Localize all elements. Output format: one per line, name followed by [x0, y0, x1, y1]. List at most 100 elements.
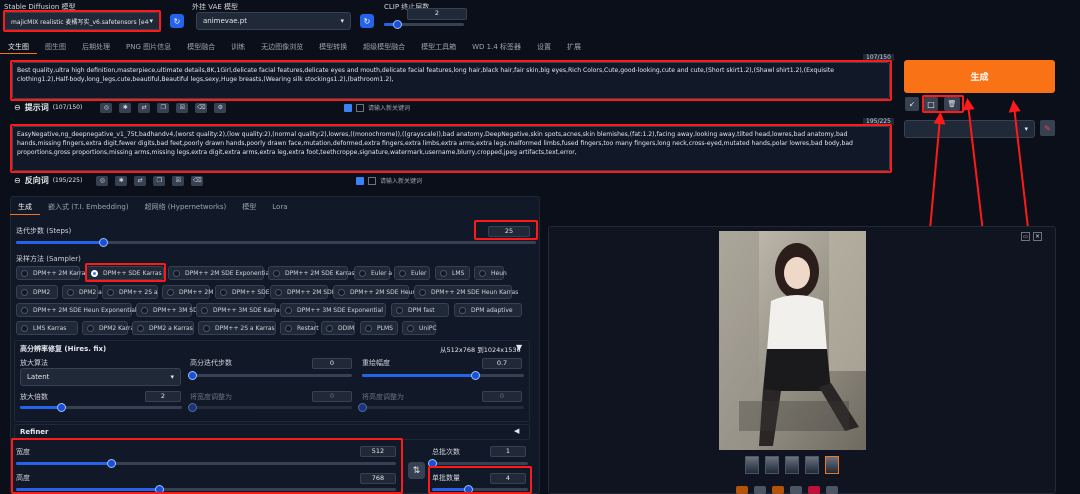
sampler-option[interactable]: DPM adaptive: [454, 303, 522, 317]
sampler-option-label: Euler: [411, 269, 427, 277]
sampler-option-label: DPM++ 2M Karras: [33, 269, 89, 277]
sampler-option-label: DPM++ 2M SDE Exponential: [185, 269, 271, 277]
width-slider[interactable]: [16, 459, 396, 468]
sampler-option-label: LMS Karras: [33, 324, 67, 332]
sampler-option[interactable]: DPM2 a Karras: [132, 321, 194, 335]
height-number[interactable]: 768: [360, 473, 396, 484]
subtab-0[interactable]: 生成: [10, 200, 40, 215]
batch-count-slider[interactable]: [428, 459, 528, 468]
folder-icon[interactable]: [736, 486, 748, 494]
height-label: 高度: [16, 474, 30, 482]
sampler-option[interactable]: DPM++ 2M SDE Heun: [333, 285, 416, 299]
radio-dot-icon: [203, 324, 210, 332]
radio-dot-icon: [21, 288, 28, 296]
sampler-option[interactable]: DPM++ 3M SDE Karras: [196, 303, 283, 317]
subtab-4[interactable]: Lora: [264, 200, 295, 215]
hires-title: 高分辨率修复 (Hires. fix): [20, 345, 107, 353]
swap-icon[interactable]: ⇅: [408, 462, 425, 479]
sampler-option-label: DPM++ 2M SDE: [287, 288, 336, 296]
sampler-option[interactable]: DPM++ 2M SDE Heun Karras: [414, 285, 518, 299]
resize-width-slider[interactable]: [188, 403, 352, 412]
sampler-option[interactable]: DPM2 a: [62, 285, 102, 299]
sampler-option[interactable]: DPM++ 2M Karras: [16, 266, 88, 280]
sampler-option[interactable]: DPM2 Karras: [82, 321, 137, 335]
sampler-option[interactable]: Euler a: [354, 266, 393, 280]
thumbnail[interactable]: [765, 456, 779, 474]
sampler-option-label: DPM++ 3M SDE Karras: [213, 306, 283, 314]
sampler-option-label: DPM adaptive: [471, 306, 513, 314]
denoise-slider[interactable]: [362, 371, 524, 380]
sampler-option-label: LMS: [452, 269, 465, 277]
denoise-number[interactable]: 0.7: [482, 358, 522, 369]
sampler-option[interactable]: DPM++ 2M SDE Karras: [268, 266, 355, 280]
scale-slider[interactable]: [20, 403, 182, 412]
width-number[interactable]: 512: [360, 446, 396, 457]
sampler-option[interactable]: DPM++ 3M SDE: [136, 303, 202, 317]
thumbnail[interactable]: [745, 456, 759, 474]
resize-height-slider[interactable]: [358, 403, 524, 412]
sampler-option-label: Restart: [297, 324, 319, 332]
sampler-option[interactable]: DPM++ 2S a: [102, 285, 158, 299]
radio-dot-icon: [396, 306, 403, 314]
sampler-option-label: Euler a: [371, 269, 393, 277]
sampler-option[interactable]: DPM++ 3M SDE Exponential: [280, 303, 386, 317]
refiner-label: Refiner: [20, 428, 49, 436]
sampler-option-label: DPM2: [33, 288, 51, 296]
output-actions: [736, 486, 838, 494]
sampler-option[interactable]: Restart: [280, 321, 319, 335]
sampler-option[interactable]: DDIM: [321, 321, 355, 335]
subtab-1[interactable]: 嵌入式 (T.I. Embedding): [40, 200, 137, 215]
sampler-option[interactable]: DPM++ 2S a Karras: [198, 321, 276, 335]
sampler-option-label: DPM2 a: [79, 288, 102, 296]
steps-slider[interactable]: [16, 238, 536, 247]
sampler-option[interactable]: DPM++ SDE Karras: [86, 266, 164, 280]
sampler-option[interactable]: DPM++ 2M: [162, 285, 213, 299]
hires-steps-slider[interactable]: [188, 371, 352, 380]
hires-steps-number[interactable]: 0: [312, 358, 352, 369]
denoise-label: 重绘幅度: [362, 359, 390, 367]
batch-count-number[interactable]: 1: [490, 446, 526, 457]
thumbnail[interactable]: [785, 456, 799, 474]
save-icon[interactable]: [754, 486, 766, 494]
sampler-option[interactable]: DPM fast: [391, 303, 449, 317]
batch-size-slider[interactable]: [432, 485, 528, 494]
upscaler-select[interactable]: Latent ▾: [20, 368, 181, 386]
sampler-option[interactable]: DPM2: [16, 285, 58, 299]
batch-size-number[interactable]: 4: [490, 473, 526, 484]
resize-height-number[interactable]: 0: [482, 391, 522, 402]
extras-icon[interactable]: [826, 486, 838, 494]
sampler-option-label: DPM++ SDE: [232, 288, 270, 296]
sampler-option[interactable]: UniPC: [402, 321, 437, 335]
sampler-option[interactable]: DPM++ 2M SDE Heun Exponential: [16, 303, 137, 317]
sampler-option[interactable]: PLMS: [360, 321, 398, 335]
sampler-option[interactable]: Heun: [474, 266, 507, 280]
chevron-down-icon[interactable]: ▼: [516, 343, 522, 352]
close-icon[interactable]: ×: [1033, 232, 1042, 241]
hires-steps-label: 高分迭代步数: [190, 359, 232, 367]
thumbnail-selected[interactable]: [825, 456, 839, 474]
refiner-panel[interactable]: [14, 424, 530, 440]
resize-height-label: 将高度调整为: [362, 393, 404, 401]
sampler-option[interactable]: DPM++ SDE: [215, 285, 270, 299]
chevron-left-icon[interactable]: ◀: [514, 427, 519, 435]
palette-icon[interactable]: [808, 486, 820, 494]
height-slider[interactable]: [16, 485, 396, 494]
sampler-option[interactable]: Euler: [394, 266, 430, 280]
generated-image[interactable]: [719, 231, 866, 450]
resize-width-number[interactable]: 0: [312, 391, 352, 402]
radio-dot-icon: [87, 324, 94, 332]
sampler-label: 采样方法 (Sampler): [16, 255, 81, 263]
sampler-option[interactable]: LMS: [435, 266, 470, 280]
sampler-option[interactable]: DPM++ 2M SDE: [270, 285, 336, 299]
thumbnail[interactable]: [805, 456, 819, 474]
sampler-option[interactable]: LMS Karras: [16, 321, 78, 335]
send-icon[interactable]: [790, 486, 802, 494]
zip-icon[interactable]: [772, 486, 784, 494]
subtab-2[interactable]: 超网络 (Hypernetworks): [137, 200, 235, 215]
radio-dot-icon: [141, 306, 148, 314]
fullscreen-icon[interactable]: ▭: [1021, 232, 1030, 241]
scale-number[interactable]: 2: [145, 391, 181, 402]
subtab-3[interactable]: 模型: [234, 200, 264, 215]
steps-number[interactable]: 25: [488, 226, 530, 237]
sampler-option[interactable]: DPM++ 2M SDE Exponential: [168, 266, 271, 280]
